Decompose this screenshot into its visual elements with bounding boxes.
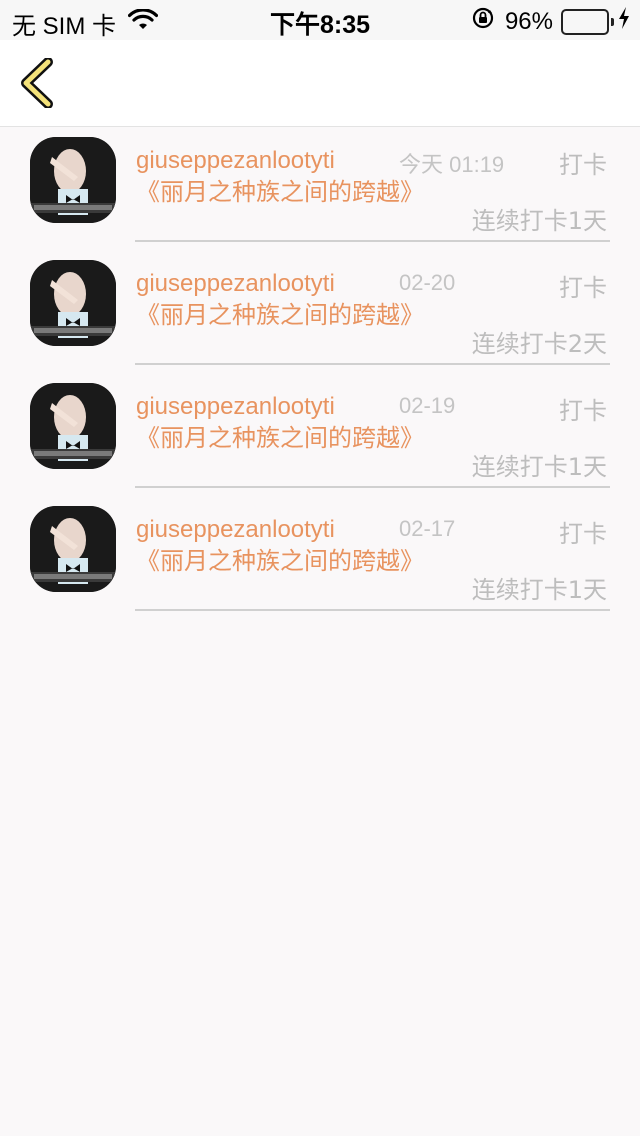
row-divider [135, 486, 610, 488]
status-right: 96% [471, 6, 630, 37]
avatar[interactable] [30, 137, 116, 223]
checkin-time: 02-20 [399, 270, 456, 295]
row-divider [135, 609, 610, 611]
user-name: giuseppezanlootyti [136, 147, 335, 174]
streak-label: 连续打卡2天 [471, 330, 607, 358]
user-name: giuseppezanlootyti [136, 516, 335, 543]
battery-icon [561, 8, 614, 35]
streak-label: 连续打卡1天 [471, 207, 607, 235]
user-name: giuseppezanlootyti [136, 393, 335, 420]
row-divider [135, 363, 610, 365]
streak-label: 连续打卡1天 [471, 576, 607, 604]
chevron-left-icon [21, 57, 53, 109]
checkin-list: giuseppezanlootyti 今天 01:19 打卡 《丽月之种族之间的… [0, 127, 640, 619]
checkin-label: 打卡 [559, 151, 607, 179]
charging-bolt-icon [618, 7, 630, 36]
status-bar: 无 SIM 卡 下午8:35 96% [0, 0, 640, 40]
row-divider [135, 240, 610, 242]
user-name: giuseppezanlootyti [136, 270, 335, 297]
checkin-label: 打卡 [559, 397, 607, 425]
checkin-time: 今天 01:19 [399, 152, 505, 177]
back-button[interactable] [18, 57, 58, 109]
checkin-label: 打卡 [559, 274, 607, 302]
avatar[interactable] [30, 383, 116, 469]
rotation-lock-icon [471, 6, 495, 37]
list-item[interactable]: giuseppezanlootyti 今天 01:19 打卡 《丽月之种族之间的… [0, 127, 640, 250]
navigation-bar [0, 40, 640, 127]
avatar[interactable] [30, 506, 116, 592]
book-title: 《丽月之种族之间的跨越》 [136, 301, 424, 329]
book-title: 《丽月之种族之间的跨越》 [136, 424, 424, 452]
streak-label: 连续打卡1天 [471, 453, 607, 481]
book-title: 《丽月之种族之间的跨越》 [136, 178, 424, 206]
battery-percent: 96% [504, 7, 553, 35]
checkin-label: 打卡 [559, 520, 607, 548]
list-item[interactable]: giuseppezanlootyti 02-17 打卡 《丽月之种族之间的跨越》… [0, 496, 640, 619]
avatar[interactable] [30, 260, 116, 346]
list-item[interactable]: giuseppezanlootyti 02-19 打卡 《丽月之种族之间的跨越》… [0, 373, 640, 496]
list-item[interactable]: giuseppezanlootyti 02-20 打卡 《丽月之种族之间的跨越》… [0, 250, 640, 373]
book-title: 《丽月之种族之间的跨越》 [136, 547, 424, 575]
checkin-time: 02-19 [399, 393, 456, 418]
checkin-time: 02-17 [399, 516, 456, 541]
